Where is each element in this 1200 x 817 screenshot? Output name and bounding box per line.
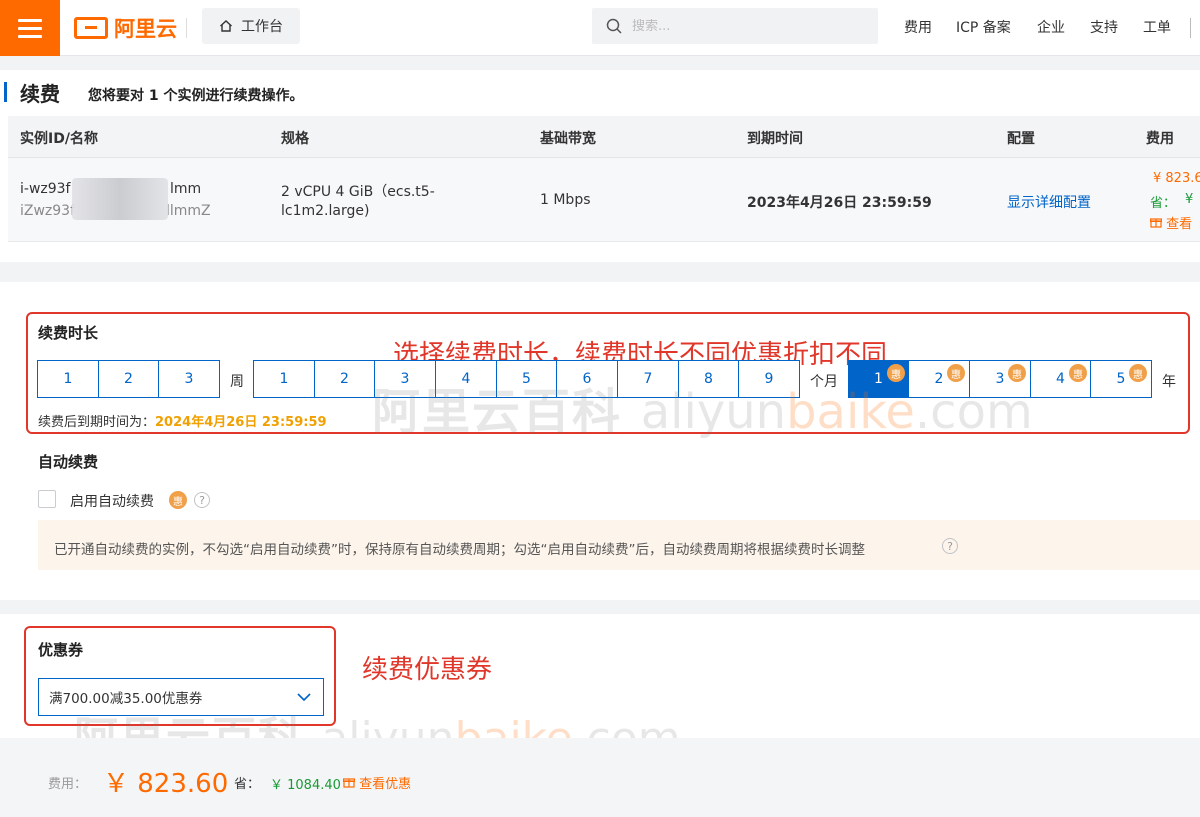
duration-month-1[interactable]: 1 xyxy=(253,360,315,398)
footer-view-label: 查看优惠 xyxy=(359,777,412,792)
footer-save-label: 省： xyxy=(234,777,261,792)
discount-badge: 惠 xyxy=(169,491,187,509)
duration-week-3[interactable]: 3 xyxy=(158,360,220,398)
instance-id-start: i-wz93f xyxy=(20,181,71,197)
footer-fee-label: 费用： xyxy=(48,777,88,792)
nav-support[interactable]: 支持 xyxy=(1090,17,1118,37)
bandwidth-value: 1 Mbps xyxy=(540,192,591,208)
search-input[interactable] xyxy=(632,18,852,34)
discount-badge: 惠 xyxy=(1069,364,1087,382)
page-title: 续费 xyxy=(20,82,60,106)
col-config: 配置 xyxy=(1007,131,1035,147)
duration-week-1[interactable]: 1 xyxy=(37,360,99,398)
renew-expiry: 续费后到期时间为：2024年4月26日 23:59:59 xyxy=(38,411,327,430)
home-icon xyxy=(220,20,232,32)
gift-icon xyxy=(342,778,356,788)
brand-logo[interactable]: 阿里云 xyxy=(74,12,177,44)
watermark-en-part3: .com xyxy=(914,384,1033,440)
row-save-label: 省： xyxy=(1150,196,1177,211)
nav-overflow xyxy=(1190,18,1198,38)
row-save-value: ¥ xyxy=(1185,192,1194,207)
col-instance-id: 实例ID/名称 xyxy=(20,131,98,147)
footer-price: ￥ 823.60 xyxy=(103,769,229,799)
aliyun-logo-icon xyxy=(74,17,108,39)
watermark-en-part2: baike xyxy=(786,384,915,440)
redaction-blur xyxy=(72,178,168,220)
help-icon[interactable]: ? xyxy=(942,538,958,554)
spec-line2: lc1m2.large) xyxy=(281,203,370,219)
coupon-title: 优惠券 xyxy=(38,641,84,659)
footer-save-value: ￥ 1084.40 xyxy=(270,778,341,793)
page-description: 您将要对 1 个实例进行续费操作。 xyxy=(88,88,304,104)
row-price: ¥ 823.6 xyxy=(1153,171,1200,186)
divider xyxy=(186,18,187,38)
col-fee: 费用 xyxy=(1146,131,1174,147)
nav-ticket[interactable]: 工单 xyxy=(1143,17,1171,37)
watermark-en-part1: aliyun xyxy=(640,384,787,440)
show-config-link[interactable]: 显示详细配置 xyxy=(1007,192,1091,212)
renew-duration-title: 续费时长 xyxy=(38,324,99,342)
auto-renew-notice-text: 已开通自动续费的实例，不勾选“启用自动续费”时，保持原有自动续费周期；勾选“启用… xyxy=(54,542,865,558)
instance-name-start: iZwz93f xyxy=(20,203,76,219)
expiry-label: 续费后到期时间为： xyxy=(38,415,156,430)
col-spec: 规格 xyxy=(281,131,309,147)
brand-name: 阿里云 xyxy=(114,17,177,41)
search-icon xyxy=(606,18,622,34)
col-bandwidth: 基础带宽 xyxy=(540,131,596,147)
auto-renew-checkbox[interactable] xyxy=(38,490,56,508)
gift-icon xyxy=(1149,218,1163,228)
annotation-coupon: 续费优惠券 xyxy=(362,655,493,685)
footer-view-discount[interactable]: 查看优惠 xyxy=(342,773,412,792)
duration-week-2[interactable]: 2 xyxy=(98,360,159,398)
week-unit: 周 xyxy=(230,374,244,390)
nav-icp[interactable]: ICP 备案 xyxy=(956,17,1011,37)
auto-renew-title: 自动续费 xyxy=(38,453,99,471)
workbench-label: 工作台 xyxy=(241,19,283,35)
expiry-value: 2024年4月26日 23:59:59 xyxy=(155,415,327,430)
expire-value: 2023年4月26日 23:59:59 xyxy=(747,195,932,211)
instance-id-end: lmm xyxy=(170,181,202,197)
title-accent xyxy=(4,82,7,102)
watermark-cn: 阿里云百科 xyxy=(372,384,623,440)
discount-badge: 惠 xyxy=(1129,364,1147,382)
row-view-label: 查看 xyxy=(1166,217,1193,232)
col-expire: 到期时间 xyxy=(747,131,803,147)
nav-enterprise[interactable]: 企业 xyxy=(1037,17,1065,37)
watermark: 阿里云百科 aliyunbaike.com xyxy=(372,372,1033,442)
nav-billing[interactable]: 费用 xyxy=(904,17,932,37)
duration-month-2[interactable]: 2 xyxy=(314,360,375,398)
row-view-discount[interactable]: 查看 xyxy=(1149,213,1193,232)
spec-line1: 2 vCPU 4 GiB（ecs.t5- xyxy=(281,184,435,200)
workbench-button[interactable]: 工作台 xyxy=(202,8,300,44)
instance-name-end: llmmZ xyxy=(166,203,211,219)
search-box[interactable] xyxy=(592,8,878,44)
menu-icon[interactable] xyxy=(0,0,60,56)
help-icon[interactable]: ? xyxy=(194,492,210,508)
chevron-down-icon xyxy=(297,693,311,702)
year-unit: 年 xyxy=(1162,374,1176,390)
auto-renew-label[interactable]: 启用自动续费 xyxy=(70,491,154,511)
